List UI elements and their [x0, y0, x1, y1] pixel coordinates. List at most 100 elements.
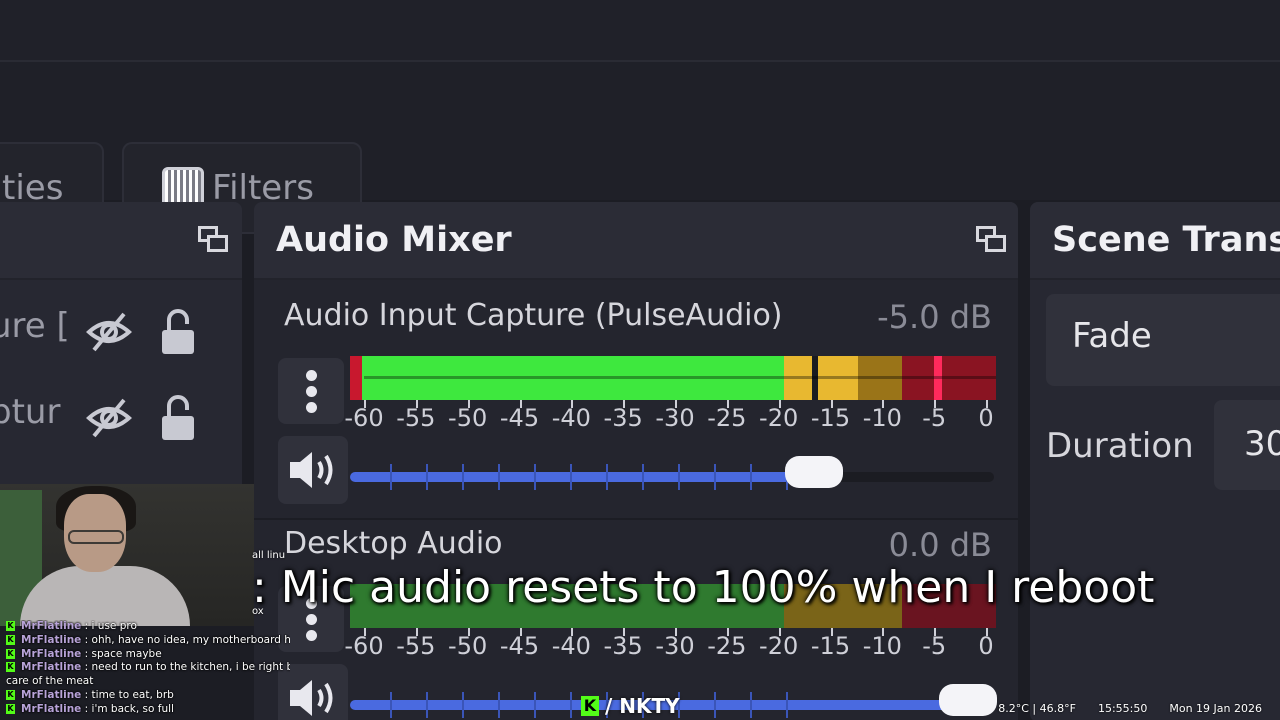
meter-scale-tick: [364, 628, 366, 636]
meter-scale-tick: [778, 400, 781, 408]
channel-name: Audio Input Capture (PulseAudio): [284, 298, 783, 333]
meter-scale-label: -15: [810, 632, 851, 660]
mixer-channel: Audio Input Capture (PulseAudio) -5.0 dB: [254, 290, 1018, 518]
volume-slider-handle[interactable]: [784, 456, 843, 488]
transition-selected-value: Fade: [1072, 316, 1152, 356]
lock-icon[interactable]: [160, 394, 196, 442]
volume-slider-tick: [570, 464, 572, 490]
volume-slider-tick: [606, 464, 608, 490]
meter-scale-tick: [571, 400, 574, 408]
brand-text: / NKTY: [605, 694, 680, 718]
source-name: ure [: [0, 306, 70, 346]
volume-slider-tick: [750, 692, 752, 718]
obs-window: ties Filters ure [ ptur Audio Mixer Audi…: [0, 0, 1280, 720]
meter-scale-label: -10: [862, 632, 902, 660]
chat-message: K MrFlatline : time to eat, brb: [6, 689, 290, 703]
volume-slider[interactable]: [350, 456, 994, 490]
chat-message: K MrFlatline : ohh, have no idea, my moth…: [6, 634, 290, 648]
hidden-eye-icon[interactable]: [86, 312, 132, 352]
meter-scale-label: -40: [551, 632, 591, 660]
meter-scale-tick: [675, 400, 677, 408]
duration-label: Duration: [1046, 426, 1194, 466]
chat-message-text: : time to eat, brb: [84, 688, 174, 701]
meter-scale-tick: [882, 400, 885, 408]
volume-slider-tick: [462, 692, 464, 718]
undock-icon[interactable]: [198, 226, 228, 254]
volume-slider-tick: [786, 692, 788, 718]
meter-scale-label: -55: [396, 404, 436, 432]
meter-scale-tick: [986, 628, 988, 636]
meter-scale-label: -20: [759, 404, 799, 432]
meter-scale-tick: [364, 400, 366, 408]
speaker-icon[interactable]: [278, 436, 348, 504]
date-readout: Mon 19 Jan 2026: [1169, 702, 1262, 715]
volume-slider-tick: [714, 692, 716, 718]
meter-scale-tick: [623, 628, 626, 636]
chat-overlay: K MrFlatline : i use pro K MrFlatline : ohh…: [6, 620, 290, 720]
meter-scale-label: -50: [448, 404, 488, 432]
source-toolbar: ties Filters: [0, 62, 1280, 234]
meter-scale-label: -5: [922, 632, 947, 660]
meter-scale-label: -45: [499, 632, 540, 660]
chat-username: MrFlatline: [21, 633, 82, 646]
meter-scale-label: -35: [603, 632, 643, 660]
chat-username: MrFlatline: [21, 620, 82, 632]
chat-username: MrFlatline: [21, 688, 82, 701]
channel-brand: K / NKTY: [581, 694, 680, 718]
volume-slider-tick: [534, 464, 536, 490]
volume-slider-tick: [462, 464, 464, 490]
meter-scale-tick: [726, 400, 729, 408]
chat-username: MrFlatline: [21, 647, 82, 660]
kick-badge-icon: K: [6, 621, 15, 631]
meter-scale-label: -20: [759, 632, 799, 660]
kick-badge-icon: K: [6, 662, 15, 673]
volume-slider-fill: [350, 472, 814, 482]
chat-message-text: : i'm back, so full: [84, 702, 174, 715]
channel-name: Desktop Audio: [284, 526, 503, 561]
duration-input[interactable]: 30: [1214, 400, 1280, 490]
audio-mixer-header: Audio Mixer: [254, 202, 1018, 280]
volume-slider-tick: [534, 692, 536, 718]
meter-scale: -60 -55 -50 -45 -40 -35 -30 -25 -20 -15 -10 -5 0: [344, 628, 996, 666]
meter-scale-tick: [726, 628, 729, 636]
chat-message-text: : space maybe: [84, 647, 162, 660]
volume-slider-handle[interactable]: [939, 684, 998, 716]
meter-scale-label: -15: [810, 404, 851, 432]
volume-slider-tick: [390, 464, 392, 490]
meter-scale-label: -5: [922, 404, 947, 432]
kick-badge-icon: K: [6, 703, 15, 714]
volume-slider-tick: [714, 464, 716, 490]
source-row[interactable]: ptur: [0, 392, 242, 452]
meter-scale-tick: [415, 400, 418, 408]
meter-scale-tick: [934, 628, 937, 636]
lock-icon[interactable]: [160, 308, 196, 356]
chat-message-text: : ohh, have no idea, my motherboard has: [84, 633, 290, 646]
status-bar: 8.2°C | 46.8°F 15:55:50 Mon 19 Jan 2026: [998, 702, 1262, 715]
meter-scale-tick: [830, 400, 833, 408]
meter-scale-label: -10: [862, 404, 902, 432]
volume-slider-tick: [498, 464, 500, 490]
volume-slider-tick: [642, 464, 644, 490]
meter-scale-label: -60: [344, 632, 384, 660]
meter-scale-tick: [986, 400, 988, 408]
source-row[interactable]: ure [: [0, 306, 242, 366]
volume-slider-tick: [426, 464, 428, 490]
meter-scale-tick: [467, 628, 470, 636]
meter-scale-label: 0: [978, 404, 994, 432]
hidden-eye-icon[interactable]: [86, 398, 132, 438]
volume-slider-tick: [678, 464, 680, 490]
kick-badge-icon: K: [6, 689, 15, 700]
meter-scale-tick: [571, 628, 574, 636]
chat-username: MrFlatline: [21, 702, 82, 715]
title-bar: [0, 0, 1280, 62]
mixer-channel: Desktop Audio 0.0 dB -60 -55 -50 -45 -40 -35-…: [254, 518, 1018, 720]
audio-mixer-dock: Audio Mixer Audio Input Capture (PulseAu…: [254, 202, 1018, 720]
scene-transitions-header: Scene Transi: [1030, 202, 1280, 280]
channel-menu-button[interactable]: [278, 358, 344, 424]
undock-icon[interactable]: [976, 226, 1006, 254]
transition-select[interactable]: Fade: [1046, 294, 1280, 386]
mixer-channels: Audio Input Capture (PulseAudio) -5.0 dB: [254, 280, 1018, 720]
kick-badge-icon: K: [6, 648, 15, 659]
source-name: ptur: [0, 392, 61, 432]
meter-scale-label: -30: [655, 632, 695, 660]
